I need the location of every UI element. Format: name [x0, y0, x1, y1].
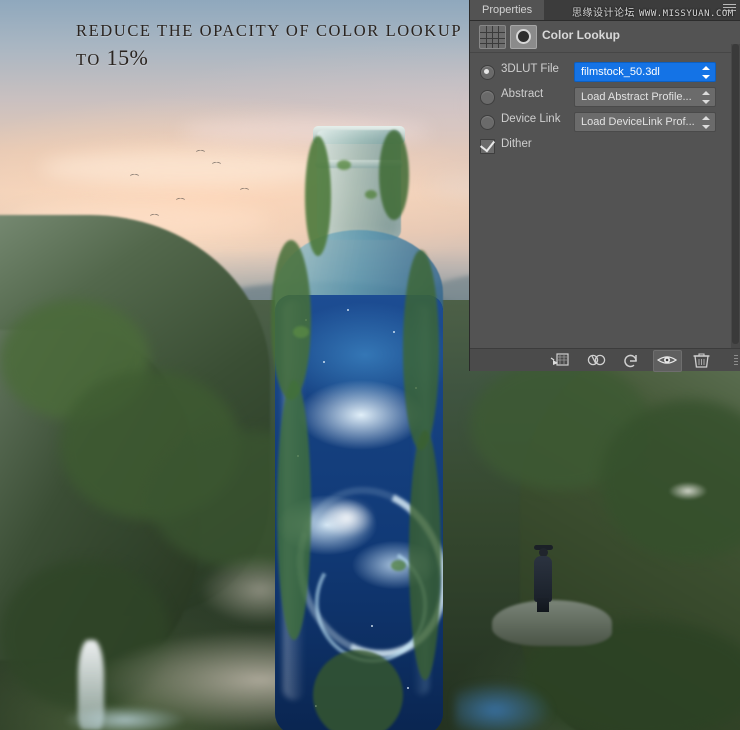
lut-source-rows: 3DLUT File filmstock_50.3dl Abstract Loa… [470, 60, 740, 159]
previous-state-icon [587, 354, 606, 366]
bird [150, 212, 159, 217]
radio-device-link[interactable] [480, 115, 495, 130]
ivy-leaf [337, 160, 351, 170]
figure-coat [534, 556, 552, 602]
star [393, 331, 395, 333]
label-3dlut-file: 3DLUT File [501, 63, 559, 75]
select-3dlut-file[interactable]: filmstock_50.3dl [574, 62, 716, 82]
headline-line-1: REDUCE THE OPACITY OF COLOR LOOKUP [76, 21, 463, 40]
previous-state-button[interactable] [583, 350, 610, 370]
ivy-leaf [293, 326, 309, 338]
eye-icon [656, 356, 678, 364]
properties-panel: Properties Color Lookup 3DLUT File films… [469, 0, 740, 372]
star [371, 625, 373, 627]
clip-to-layer-icon[interactable] [510, 25, 537, 49]
check-icon [479, 136, 496, 153]
star [323, 361, 325, 363]
chevron-updown-icon [702, 91, 711, 104]
watermark-site-name: 思缘设计论坛 [572, 8, 635, 19]
headline-line-2: TO 15% [76, 44, 476, 74]
ivy-leaf [391, 560, 406, 571]
label-abstract: Abstract [501, 88, 544, 100]
bird [176, 196, 185, 201]
bird [130, 172, 139, 177]
reset-button[interactable] [618, 350, 645, 370]
ivy-vine [271, 240, 311, 400]
select-abstract[interactable]: Load Abstract Profile... [574, 87, 716, 107]
headline-line-2-prefix: TO [76, 50, 107, 69]
adjustment-header: Color Lookup [470, 21, 740, 53]
reset-icon [624, 354, 637, 368]
panel-resize-grip[interactable] [734, 355, 738, 365]
row-device-link: Device Link Load DeviceLink Prof... [470, 110, 740, 135]
checkbox-dither[interactable] [479, 136, 496, 154]
select-device-link-value: Load DeviceLink Prof... [581, 116, 695, 128]
color-lookup-grid-icon [479, 25, 506, 49]
select-device-link[interactable]: Load DeviceLink Prof... [574, 112, 716, 132]
tab-properties[interactable]: Properties [470, 0, 545, 20]
ivy-vine [403, 250, 439, 450]
panel-footer-toolbar [470, 348, 740, 372]
panel-scrollbar-thumb[interactable] [732, 44, 739, 344]
watermark: 思缘设计论坛 WWW.MISSYUAN.COM [572, 7, 734, 20]
label-device-link: Device Link [501, 113, 561, 125]
star [407, 687, 409, 689]
clip-to-layer-button[interactable] [548, 350, 575, 370]
glass-bottle [253, 126, 463, 730]
stream [455, 660, 595, 730]
ivy-vine [313, 650, 403, 730]
panel-scrollbar[interactable] [731, 44, 740, 350]
clip-to-layer-icon [550, 353, 569, 366]
toggle-visibility-button[interactable] [653, 350, 682, 372]
delete-adjustment-button[interactable] [688, 350, 715, 370]
bird [196, 148, 205, 153]
distant-village [660, 478, 716, 504]
standing-figure [530, 540, 556, 612]
select-abstract-value: Load Abstract Profile... [581, 91, 692, 103]
row-abstract: Abstract Load Abstract Profile... [470, 85, 740, 110]
chevron-updown-icon [702, 116, 711, 129]
radio-3dlut-file[interactable] [480, 65, 495, 80]
star [347, 309, 349, 311]
water-pool [40, 700, 210, 730]
ivy-vine [305, 136, 331, 256]
chevron-updown-icon [702, 66, 711, 79]
headline-text: REDUCE THE OPACITY OF COLOR LOOKUP TO 15… [76, 18, 476, 74]
row-3dlut-file: 3DLUT File filmstock_50.3dl [470, 60, 740, 85]
wave-crest [309, 491, 385, 545]
bird [240, 186, 249, 191]
headline-opacity-value: 15% [106, 45, 149, 70]
ivy-vine [277, 380, 311, 640]
row-dither: Dither [470, 135, 740, 159]
trash-icon [693, 353, 710, 368]
screenshot-root: REDUCE THE OPACITY OF COLOR LOOKUP TO 15… [0, 0, 740, 730]
ivy-vine [409, 430, 441, 680]
radio-abstract[interactable] [480, 90, 495, 105]
ivy-vine [379, 130, 409, 220]
watermark-site-url: WWW.MISSYUAN.COM [639, 9, 734, 19]
label-dither: Dither [501, 138, 532, 150]
figure-legs [537, 598, 549, 612]
select-3dlut-file-value: filmstock_50.3dl [581, 66, 660, 78]
bird [212, 160, 221, 165]
adjustment-title: Color Lookup [542, 28, 620, 42]
ivy-leaf [365, 190, 377, 199]
